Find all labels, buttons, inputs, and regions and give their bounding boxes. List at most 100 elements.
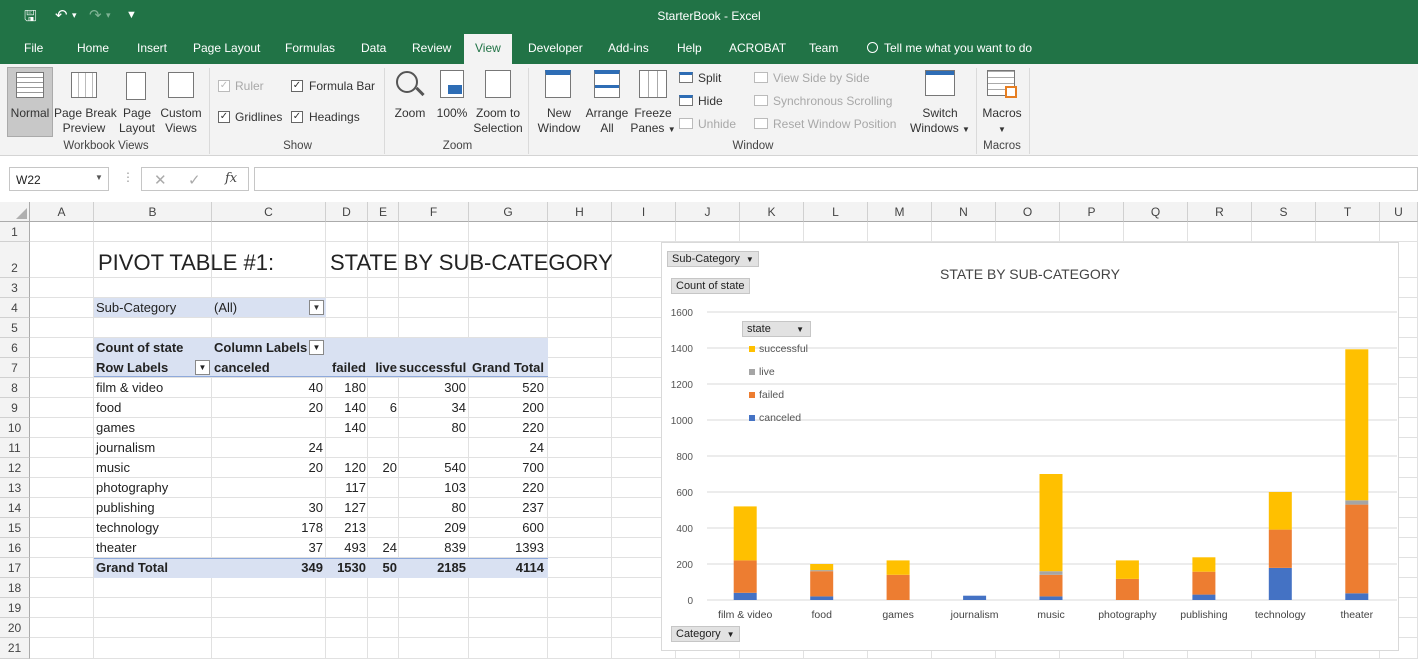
column-header[interactable]: L: [804, 202, 868, 222]
column-header[interactable]: E: [368, 202, 399, 222]
formula-bar-label: Formula Bar: [309, 79, 376, 93]
tab-help[interactable]: Help: [677, 41, 702, 55]
tab-add-ins[interactable]: Add-ins: [608, 41, 649, 55]
column-header[interactable]: O: [996, 202, 1060, 222]
row-header[interactable]: 20: [0, 618, 30, 638]
pivot-value-canceled: 30: [308, 500, 323, 515]
column-header[interactable]: R: [1188, 202, 1252, 222]
unhide-button[interactable]: Unhide: [698, 117, 736, 132]
column-header[interactable]: I: [612, 202, 676, 222]
tab-review[interactable]: Review: [412, 41, 451, 55]
column-header[interactable]: P: [1060, 202, 1124, 222]
arrange-all-button[interactable]: Arrange All: [584, 106, 630, 136]
freeze-panes-button[interactable]: Freeze Panes ▼: [630, 106, 676, 137]
row-header[interactable]: 15: [0, 518, 30, 538]
column-header[interactable]: B: [94, 202, 212, 222]
macros-button[interactable]: Macros ▼: [980, 106, 1024, 137]
split-button[interactable]: Split: [698, 71, 721, 86]
switch-windows-button[interactable]: Switch Windows ▼: [908, 106, 972, 137]
gridlines-checkbox[interactable]: ✓: [218, 111, 230, 123]
reset-window-position-button[interactable]: Reset Window Position: [773, 117, 896, 132]
tab-acrobat[interactable]: ACROBAT: [729, 41, 786, 55]
column-header[interactable]: U: [1380, 202, 1418, 222]
formula-bar-checkbox[interactable]: ✓: [291, 80, 303, 92]
column-header[interactable]: H: [548, 202, 612, 222]
formula-input[interactable]: [254, 167, 1418, 191]
cancel-icon[interactable]: ✕: [154, 171, 167, 189]
tab-file[interactable]: File: [24, 41, 43, 55]
row-header[interactable]: 8: [0, 378, 30, 398]
column-header[interactable]: D: [326, 202, 368, 222]
row-header[interactable]: 1: [0, 222, 30, 242]
pivot-value-canceled: 178: [301, 520, 323, 535]
tab-team[interactable]: Team: [809, 41, 838, 55]
column-header[interactable]: F: [399, 202, 469, 222]
page-layout-button[interactable]: Page Layout: [116, 106, 158, 136]
row-header[interactable]: 4: [0, 298, 30, 318]
headings-checkbox[interactable]: ✓: [291, 111, 303, 123]
row-header[interactable]: 2: [0, 242, 30, 278]
tab-view[interactable]: View: [464, 34, 512, 64]
select-all-corner[interactable]: [0, 202, 30, 222]
column-header[interactable]: J: [676, 202, 740, 222]
name-box[interactable]: W22 ▼: [9, 167, 109, 191]
hide-button[interactable]: Hide: [698, 94, 723, 109]
view-side-by-side-button[interactable]: View Side by Side: [773, 71, 870, 86]
column-header[interactable]: K: [740, 202, 804, 222]
row-header[interactable]: 14: [0, 498, 30, 518]
tab-formulas[interactable]: Formulas: [285, 41, 335, 55]
tab-home[interactable]: Home: [77, 41, 109, 55]
column-header[interactable]: M: [868, 202, 932, 222]
row-header[interactable]: 11: [0, 438, 30, 458]
row-header[interactable]: 7: [0, 358, 30, 378]
column-labels-dropdown-icon[interactable]: ▼: [309, 340, 324, 355]
grid-vline: [611, 222, 612, 659]
x-tick-label: food: [811, 609, 832, 621]
column-header[interactable]: N: [932, 202, 996, 222]
insert-function-icon[interactable]: fx: [225, 171, 237, 186]
column-header[interactable]: G: [469, 202, 548, 222]
row-labels-dropdown-icon[interactable]: ▼: [195, 360, 210, 375]
ruler-checkbox[interactable]: ✓: [218, 80, 230, 92]
pivot-value-total: 520: [522, 380, 544, 395]
tab-insert[interactable]: Insert: [137, 41, 167, 55]
row-header[interactable]: 13: [0, 478, 30, 498]
custom-views-button[interactable]: Custom Views: [159, 106, 203, 136]
bar-segment-canceled: [1268, 568, 1292, 600]
pivot-col-header: Grand Total: [472, 360, 544, 375]
zoom-100-button[interactable]: 100%: [434, 106, 470, 121]
tell-me-search[interactable]: Tell me what you want to do: [867, 41, 1032, 55]
column-header[interactable]: A: [30, 202, 94, 222]
row-header[interactable]: 19: [0, 598, 30, 618]
column-header[interactable]: Q: [1124, 202, 1188, 222]
pivot-col-header: failed: [332, 360, 366, 375]
row-header[interactable]: 3: [0, 278, 30, 298]
filter-dropdown-icon[interactable]: ▼: [309, 300, 324, 315]
pivot-value-successful: 103: [444, 480, 466, 495]
zoom-to-selection-button[interactable]: Zoom to Selection: [472, 106, 524, 136]
tab-data[interactable]: Data: [361, 41, 386, 55]
enter-icon[interactable]: ✓: [188, 171, 201, 189]
pivot-value-failed: 140: [344, 420, 366, 435]
column-header[interactable]: C: [212, 202, 326, 222]
row-header[interactable]: 16: [0, 538, 30, 558]
column-header[interactable]: S: [1252, 202, 1316, 222]
group-show-label: Show: [283, 140, 312, 152]
tab-developer[interactable]: Developer: [528, 41, 583, 55]
row-header[interactable]: 21: [0, 638, 30, 659]
row-header[interactable]: 6: [0, 338, 30, 358]
new-window-button[interactable]: New Window: [534, 106, 584, 136]
row-header[interactable]: 5: [0, 318, 30, 338]
row-header[interactable]: 12: [0, 458, 30, 478]
tab-page-layout[interactable]: Page Layout: [193, 41, 260, 55]
zoom-button[interactable]: Zoom: [390, 106, 430, 121]
row-header[interactable]: 10: [0, 418, 30, 438]
pivot-chart[interactable]: Sub-Category ▼ Count of state STATE BY SU…: [661, 242, 1399, 651]
synchronous-scrolling-button[interactable]: Synchronous Scrolling: [773, 94, 892, 109]
name-box-dropdown-icon[interactable]: ▼: [95, 173, 103, 182]
page-break-preview-button[interactable]: Page Break Preview: [54, 106, 117, 136]
column-header[interactable]: T: [1316, 202, 1380, 222]
row-header[interactable]: 9: [0, 398, 30, 418]
row-header[interactable]: 18: [0, 578, 30, 598]
row-header[interactable]: 17: [0, 558, 30, 578]
